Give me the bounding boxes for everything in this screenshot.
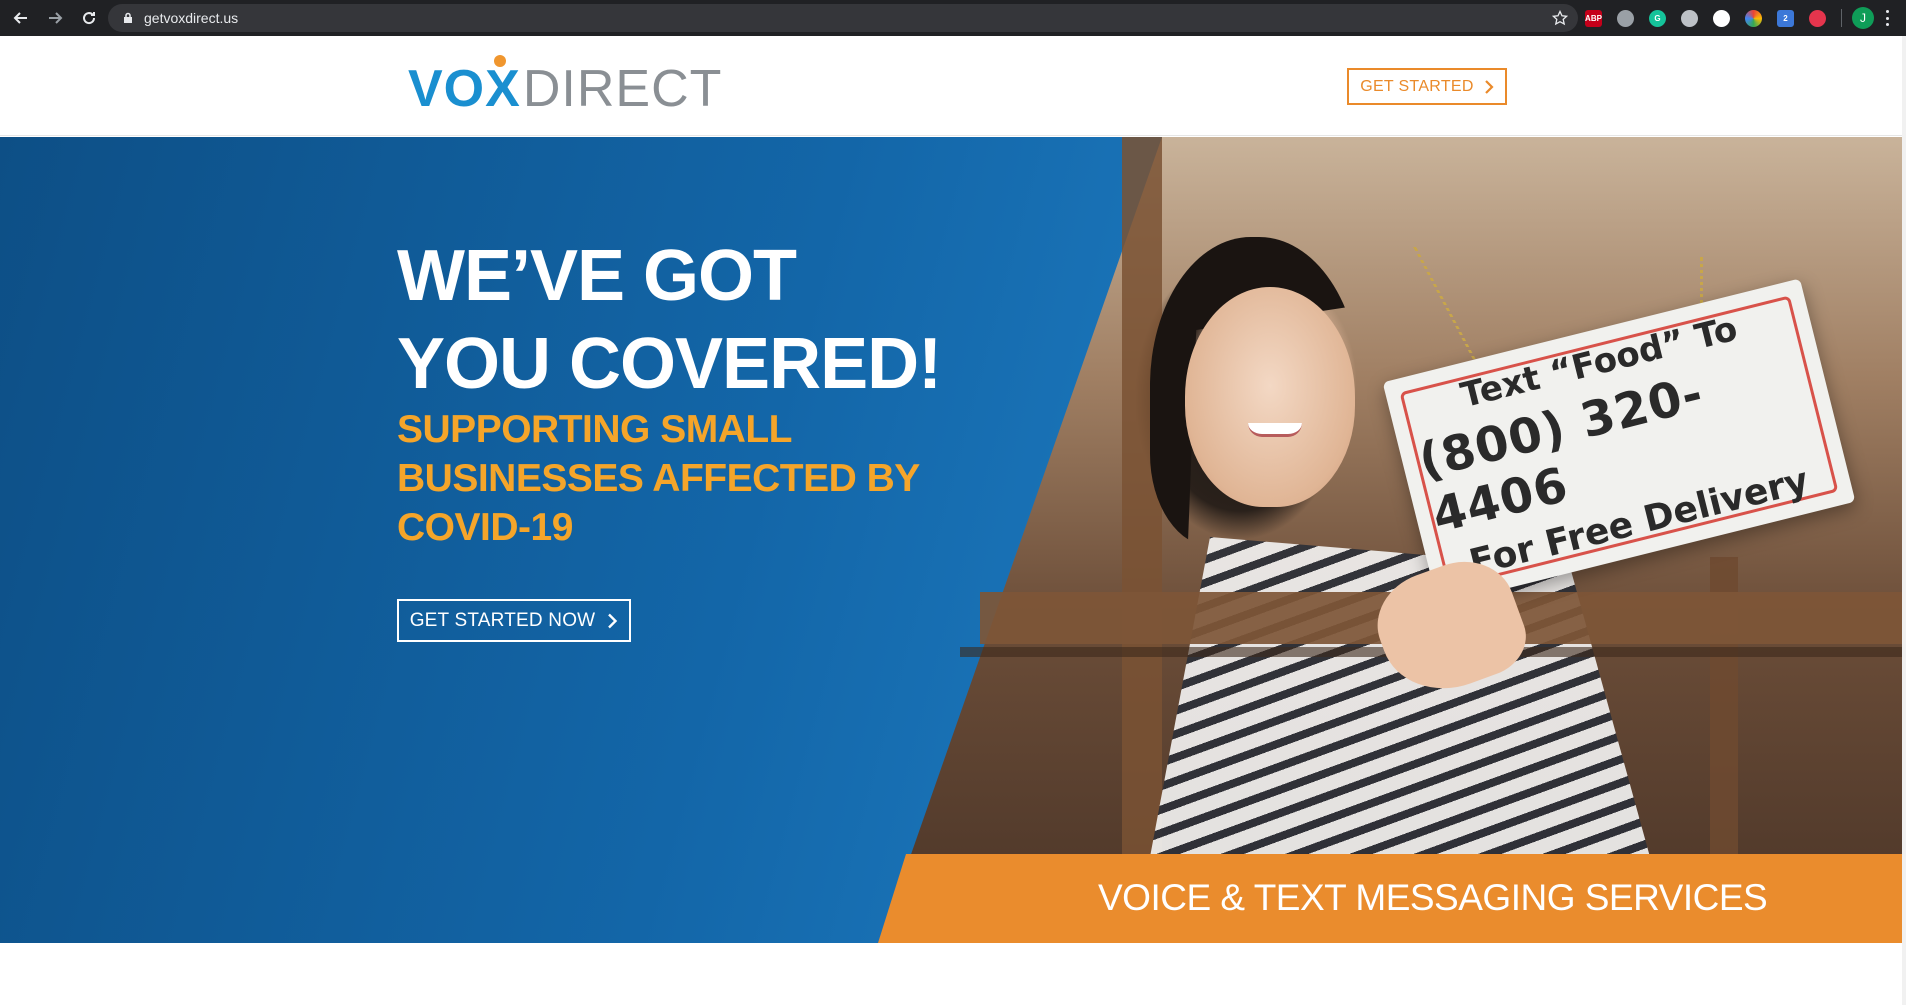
edit-extension-icon[interactable] [1681,9,1698,27]
logo-direct-text: DIRECT [522,60,723,118]
hero-subtitle-line: SUPPORTING SMALL [397,408,793,451]
arrow-left-icon [13,12,27,24]
pen-extension-icon[interactable] [1713,9,1730,27]
chevron-right-icon [608,613,618,628]
photo-face [1185,287,1355,507]
code-extension-icon[interactable]: 2 [1777,9,1794,27]
lock-icon [124,12,132,23]
hero-subtitle: SUPPORTING SMALL BUSINESSES AFFECTED BY … [397,405,957,552]
address-bar[interactable]: getvoxdirect.us [108,4,1578,32]
get-started-button[interactable]: GET STARTED [1347,68,1507,105]
back-button[interactable] [8,5,34,31]
get-started-now-button[interactable]: GET STARTED NOW [397,599,631,642]
hero-title: WE’VE GOT YOU COVERED! [397,232,957,408]
camera-icon[interactable] [1617,9,1634,27]
bookmark-star-icon[interactable] [1552,10,1568,26]
site-header: VOX DIRECT GET STARTED [0,36,1906,136]
services-band-text: VOICE & TEXT MESSAGING SERVICES [1098,877,1768,918]
browser-menu-icon[interactable] [1886,10,1890,26]
hero-title-line: YOU COVERED! [397,324,942,404]
grammarly-icon[interactable]: G [1649,9,1666,27]
logo-dot-icon [494,55,506,67]
scrollbar[interactable] [1902,36,1906,1005]
window-frame [1122,137,1162,857]
forward-button[interactable] [42,5,68,31]
logo-vox-text: VOX [408,55,521,119]
hero-subtitle-line: COVID-19 [397,506,573,549]
hero-banner: Text “Food” To (800) 320-4406 For Free D… [0,137,1906,943]
get-started-label: GET STARTED [1360,77,1474,95]
url-text: getvoxdirect.us [144,10,239,26]
chevron-right-icon [1484,79,1494,94]
get-started-now-label: GET STARTED NOW [409,609,596,631]
voxdirect-logo[interactable]: VOX DIRECT [408,55,722,118]
browser-toolbar: getvoxdirect.us ABP G 2 J [0,0,1906,36]
hero-subtitle-line: BUSINESSES AFFECTED BY [397,457,920,500]
reload-button[interactable] [76,5,102,31]
profile-avatar[interactable]: J [1852,7,1874,29]
adblock-plus-icon[interactable]: ABP [1585,9,1602,27]
extensions-row: ABP G 2 J [1585,7,1890,29]
hero-title-line: WE’VE GOT [397,236,797,316]
reload-icon [83,12,96,25]
toolbar-separator [1841,9,1842,27]
link-extension-icon[interactable] [1809,9,1826,27]
color-picker-icon[interactable] [1745,9,1762,27]
arrow-right-icon [49,12,63,24]
photo-smile [1248,423,1302,437]
